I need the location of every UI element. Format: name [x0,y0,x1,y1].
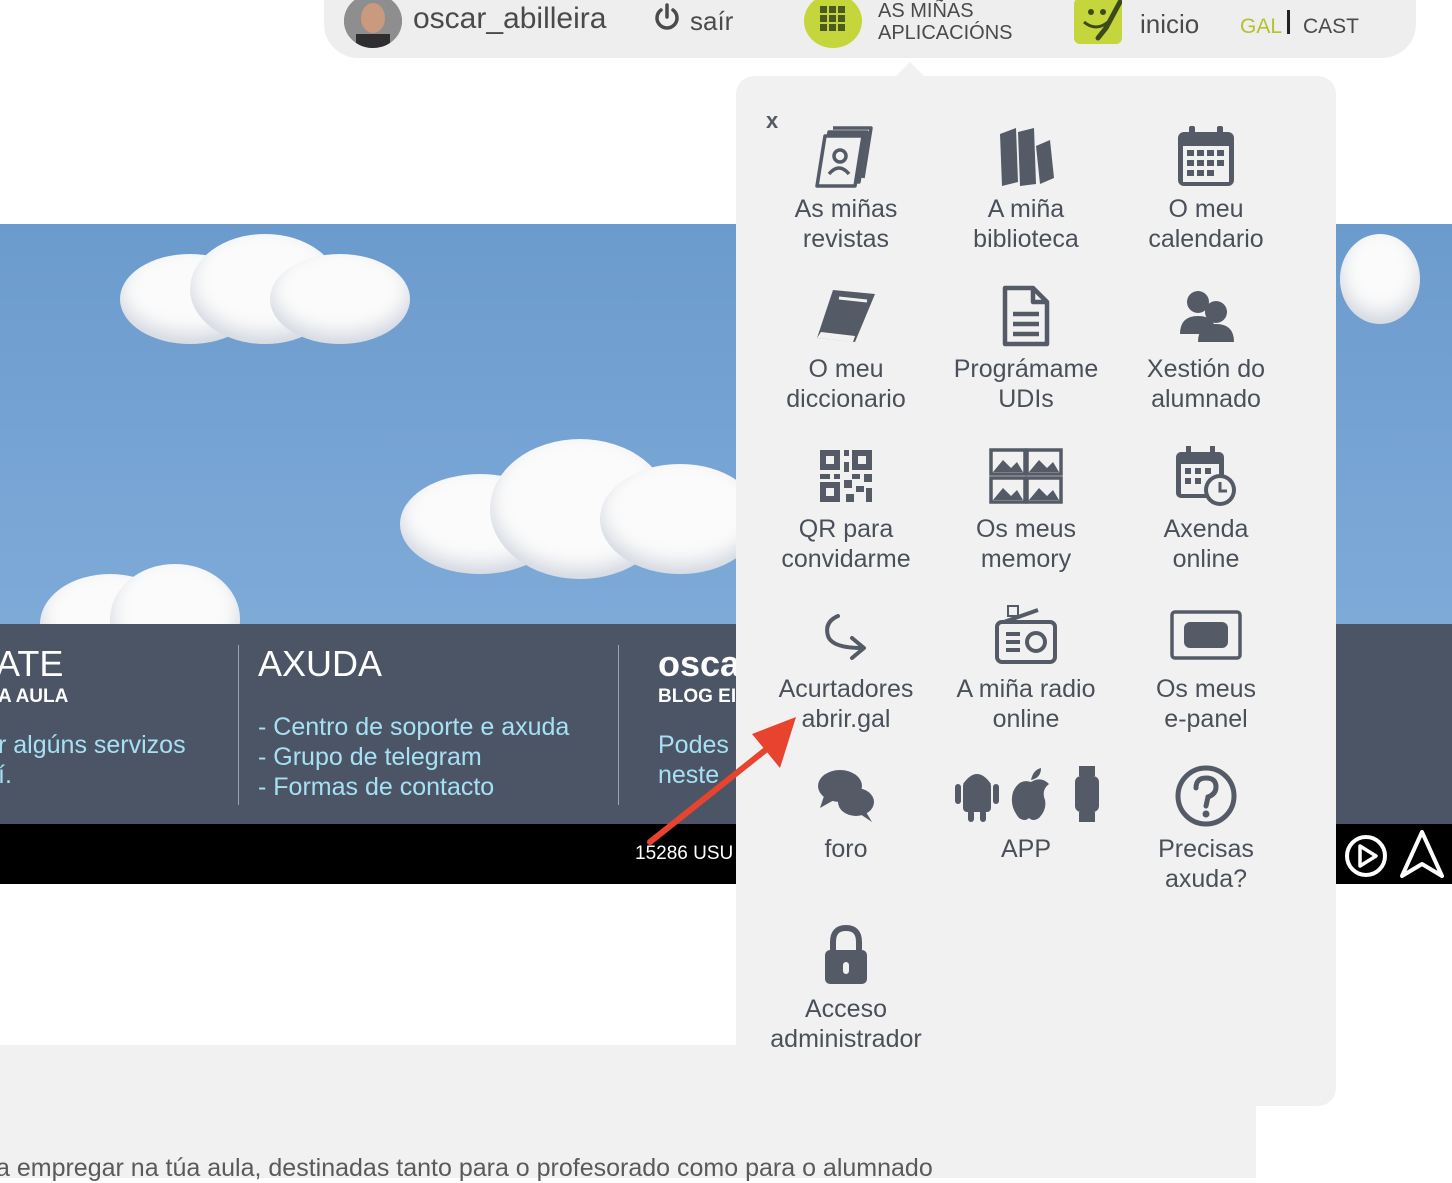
app-label: A miña [987,195,1065,223]
app-my-memory[interactable]: Os meus memory [936,444,1116,574]
lang-gal-link[interactable]: GAL [1240,15,1282,39]
share-arrow-icon [756,604,936,668]
app-label: A miña radio [956,675,1096,703]
home-link[interactable]: inicio [1140,9,1199,40]
app-label: administrador [770,1025,922,1053]
app-label: diccionario [786,385,906,413]
lang-cast-link[interactable]: CAST [1303,15,1359,39]
magazines-icon [756,124,936,188]
app-label: revistas [802,225,890,253]
intro-text: a empregar na túa aula, destinadas tanto… [0,1154,933,1182]
app-label: memory [980,545,1072,573]
lang-separator [1287,10,1290,34]
up-arrow-icon[interactable] [1400,830,1444,878]
app-label: O meu [1168,195,1244,223]
column3-subtitle: BLOG EI [658,686,737,707]
app-label: Acceso [805,995,887,1023]
students-icon [1116,284,1296,348]
cloud [110,564,240,624]
my-apps-link[interactable]: AS MIÑAS APLICACIÓNS [878,0,1048,44]
app-url-shortener[interactable]: Acurtadores abrir.gal [756,604,936,734]
app-my-library[interactable]: A miña biblioteca [936,124,1116,254]
contact-forms-link[interactable]: - Formas de contacto [258,773,494,802]
app-label: Precisas [1158,835,1254,863]
forum-icon [756,764,936,828]
help-column-title: AXUDA [258,643,383,684]
column1-subtitle: A AULA [0,686,69,707]
app-my-calendar[interactable]: O meu calendario [1116,124,1296,254]
app-online-radio[interactable]: A miña radio online [936,604,1116,734]
app-need-help[interactable]: Precisas axuda? [1116,764,1296,894]
column1-title: ATE [0,643,64,684]
column1-text: í. [0,761,12,789]
dictionary-icon [756,284,936,348]
home-logo-icon[interactable] [1074,0,1123,44]
app-label: abrir.gal [801,705,891,733]
column1-text: r algúns servizos [0,731,186,759]
app-label: alumnado [1151,385,1261,413]
support-center-link[interactable]: - Centro de soporte e axuda [258,713,569,742]
agenda-icon [1116,444,1296,508]
app-label: APP [1000,835,1052,863]
document-icon [936,284,1116,348]
app-label: O meu [808,355,884,383]
app-label: biblioteca [973,225,1079,253]
app-label: online [992,705,1060,733]
app-online-agenda[interactable]: Axenda online [1116,444,1296,574]
app-label: UDIs [998,385,1054,413]
app-label: Prográmame [953,355,1099,383]
app-label: QR para [798,515,894,543]
panel-icon [1116,604,1296,668]
user-count: 15286 USU [635,843,734,864]
app-label: foro [824,835,868,863]
app-label: Acurtadores [778,675,914,703]
column-divider [238,645,239,805]
calendar-icon [1116,124,1296,188]
apps-grid-icon[interactable] [804,0,862,48]
logout-link[interactable]: saír [690,6,733,37]
app-qr-invite[interactable]: QR para convidarme [756,444,936,574]
app-student-management[interactable]: Xestión do alumnado [1116,284,1296,414]
app-program-udis[interactable]: Prográmame UDIs [936,284,1116,414]
app-label: calendario [1148,225,1264,253]
app-label: e-panel [1164,705,1248,733]
app-admin-access[interactable]: Acceso administrador [756,924,936,1054]
column3-text: neste [658,761,720,789]
app-label: As miñas [794,195,898,223]
app-label: Axenda [1163,515,1249,543]
cloud [1340,234,1420,324]
app-label: online [1172,545,1240,573]
app-platforms-icon [936,764,1116,828]
column3-text: Podes [658,731,729,759]
column3-title: osca [658,643,741,684]
cloud [270,254,410,344]
popup-pointer [896,62,924,76]
play-circle-icon[interactable] [1345,835,1387,877]
app-forum[interactable]: foro [756,764,936,864]
app-mobile-app[interactable]: APP [936,764,1116,864]
telegram-group-link[interactable]: - Grupo de telegram [258,743,482,772]
username-label[interactable]: oscar_abilleira [413,2,606,36]
power-icon[interactable] [652,2,682,37]
bar-controls [1340,826,1450,887]
app-my-epanel[interactable]: Os meus e-panel [1116,604,1296,734]
app-my-magazines[interactable]: As miñas revistas [756,124,936,254]
app-label: Os meus [1155,675,1257,703]
app-label: convidarme [781,545,911,573]
app-label: Xestión do [1146,355,1266,383]
qr-icon [756,444,936,508]
app-my-dictionary[interactable]: O meu diccionario [756,284,936,414]
app-label: axuda? [1164,865,1248,893]
column-divider [618,645,619,805]
lock-icon [756,924,936,988]
books-icon [936,124,1116,188]
radio-icon [936,604,1116,668]
app-label: Os meus [975,515,1077,543]
help-icon [1116,764,1296,828]
memory-icon [936,444,1116,508]
